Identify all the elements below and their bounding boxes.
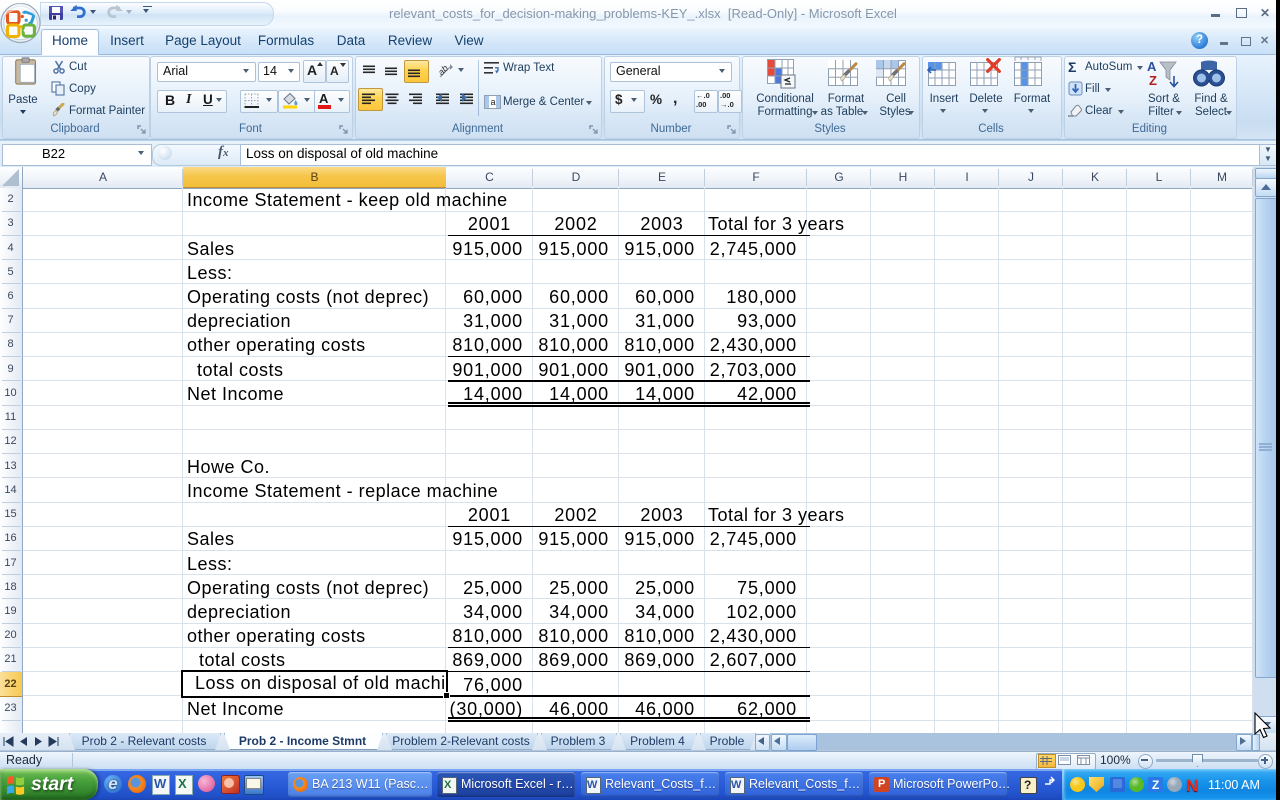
svg-text:Z: Z [1149, 73, 1157, 88]
svg-text:a: a [491, 97, 496, 107]
svg-text:ab: ab [438, 63, 450, 77]
svg-text:A: A [1147, 59, 1157, 74]
